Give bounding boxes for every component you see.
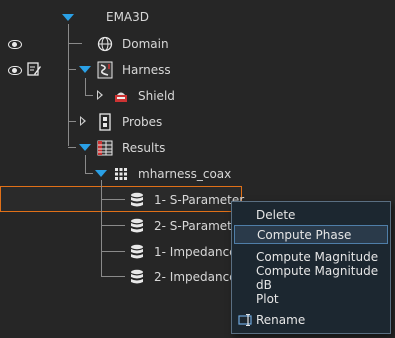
menu-item-compute-magnitude-label: Compute Magnitude bbox=[256, 249, 379, 264]
rename-icon bbox=[238, 314, 254, 329]
menu-item-compute-phase-label: Compute Phase bbox=[257, 227, 352, 242]
visibility-eye-icon-domain[interactable] bbox=[8, 40, 22, 49]
expand-toggle-results[interactable] bbox=[79, 144, 91, 151]
database-icon bbox=[128, 191, 146, 209]
expand-toggle-root[interactable] bbox=[62, 14, 74, 21]
menu-item-compute-magnitude-db-label: Compute Magnitude dB bbox=[256, 263, 379, 292]
tree-line bbox=[101, 180, 102, 276]
expand-toggle-shield[interactable] bbox=[97, 90, 103, 100]
result-item-label: 1- Impedance bbox=[154, 245, 237, 259]
result-item-label: 2- S-Paramete bbox=[154, 219, 240, 233]
database-icon bbox=[128, 243, 146, 261]
tree-line bbox=[85, 155, 86, 174]
tree-line bbox=[101, 276, 125, 277]
result-item[interactable]: 2- Impedance bbox=[128, 267, 237, 287]
tree-node-mharness-coax[interactable]: mharness_coax bbox=[112, 164, 231, 184]
database-icon bbox=[128, 217, 146, 235]
menu-item-rename[interactable]: Rename bbox=[234, 310, 388, 329]
shield-icon bbox=[112, 87, 130, 105]
expand-toggle-harness[interactable] bbox=[79, 66, 91, 73]
tree-node-mharness-label: mharness_coax bbox=[138, 167, 232, 181]
tree-node-shield[interactable]: Shield bbox=[112, 86, 175, 106]
menu-item-compute-magnitude-db[interactable]: Compute Magnitude dB bbox=[234, 264, 388, 292]
tree-line bbox=[101, 251, 125, 252]
menu-item-plot[interactable]: Plot bbox=[234, 289, 388, 308]
tree-node-probes[interactable]: Probes bbox=[96, 112, 162, 132]
tree-line bbox=[68, 69, 76, 70]
menu-item-delete[interactable]: Delete bbox=[234, 205, 388, 224]
probe-icon bbox=[96, 113, 114, 131]
tree-node-root-label: EMA3D bbox=[106, 10, 150, 24]
tree-node-results[interactable]: Results bbox=[96, 138, 165, 158]
results-table-icon bbox=[96, 139, 114, 157]
context-menu: Delete Compute Phase Compute Magnitude C… bbox=[231, 201, 391, 334]
menu-item-plot-label: Plot bbox=[256, 291, 279, 306]
result-item[interactable]: 1- S-Parameter bbox=[128, 190, 244, 210]
tree-node-shield-label: Shield bbox=[138, 89, 175, 103]
menu-item-rename-label: Rename bbox=[256, 312, 306, 327]
tree-line bbox=[68, 121, 76, 122]
tree-line bbox=[85, 78, 86, 96]
tree-line bbox=[101, 199, 125, 200]
globe-icon bbox=[96, 35, 114, 53]
expand-toggle-mharness[interactable] bbox=[95, 170, 107, 177]
tree-line bbox=[85, 95, 93, 96]
tree-line bbox=[85, 173, 93, 174]
harness-icon bbox=[96, 61, 114, 79]
grid-icon bbox=[112, 165, 130, 183]
tree-line bbox=[101, 225, 125, 226]
tree-node-harness[interactable]: Harness bbox=[96, 60, 171, 80]
tree-node-domain-label: Domain bbox=[122, 37, 169, 51]
tree-node-domain[interactable]: Domain bbox=[96, 34, 169, 54]
tree-node-probes-label: Probes bbox=[122, 115, 163, 129]
tree-node-root[interactable]: EMA3D bbox=[106, 7, 149, 27]
tree-node-results-label: Results bbox=[122, 141, 166, 155]
tree-line bbox=[68, 147, 76, 148]
tree-node-harness-label: Harness bbox=[122, 63, 171, 77]
result-item[interactable]: 1- Impedance bbox=[128, 242, 237, 262]
result-item[interactable]: 2- S-Paramete bbox=[128, 216, 239, 236]
menu-item-compute-phase[interactable]: Compute Phase bbox=[234, 225, 388, 244]
expand-toggle-probes[interactable] bbox=[80, 116, 86, 126]
menu-item-delete-label: Delete bbox=[256, 207, 296, 222]
visibility-eye-icon-harness[interactable] bbox=[8, 66, 22, 75]
edit-icon[interactable] bbox=[27, 61, 41, 80]
database-icon bbox=[128, 268, 146, 286]
result-item-label: 2- Impedance bbox=[154, 270, 237, 284]
tree-line bbox=[68, 43, 82, 44]
